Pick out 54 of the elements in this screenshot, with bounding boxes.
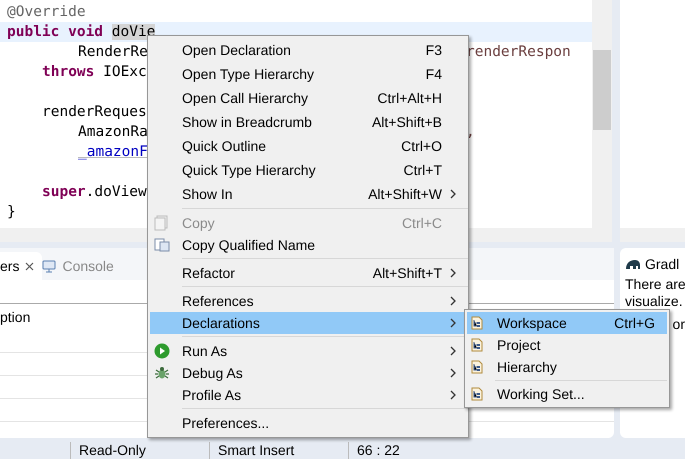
- menu-item[interactable]: Open Type Hierarchy F4: [150, 62, 468, 86]
- code-text: }: [7, 204, 16, 220]
- vertical-scrollbar[interactable]: [592, 0, 612, 228]
- close-icon[interactable]: [25, 262, 34, 270]
- code-text: _amazonF: [78, 144, 148, 160]
- status-text: Read-Only: [70, 442, 209, 459]
- menu-item[interactable]: Workspace Ctrl+G: [467, 312, 667, 334]
- status-text: Smart Insert: [209, 442, 348, 459]
- code-text: public: [7, 24, 60, 40]
- status-text: 66 : 22: [348, 442, 487, 459]
- code-text: IOExc: [103, 64, 147, 80]
- message-text: There are: [625, 276, 685, 293]
- menu-item[interactable]: Open Declaration F3: [150, 38, 468, 62]
- menu-item[interactable]: Show in Breadcrumb Alt+Shift+B: [150, 110, 468, 134]
- elephant-icon: [625, 258, 641, 270]
- code-text: .doView: [86, 184, 147, 200]
- menu-item[interactable]: Copy Qualified Name: [150, 234, 468, 256]
- copy-icon: [154, 215, 168, 231]
- menu-item[interactable]: Quick Outline Ctrl+O: [150, 134, 468, 158]
- menu-item[interactable]: Preferences...: [150, 412, 468, 434]
- menu-item[interactable]: Profile As: [150, 384, 468, 406]
- message-text: visualize.: [625, 293, 684, 310]
- message-text: or: [672, 316, 685, 333]
- menu-item[interactable]: Quick Type Hierarchy Ctrl+T: [150, 158, 468, 182]
- bug-icon: [154, 365, 170, 381]
- menu-item[interactable]: Hierarchy: [467, 356, 667, 378]
- menu-item[interactable]: Open Call Hierarchy Ctrl+Alt+H: [150, 86, 468, 110]
- copy-icon: [154, 238, 170, 252]
- monitor-icon: [42, 260, 56, 272]
- code-text: ,: [466, 123, 476, 142]
- menu-item[interactable]: Working Set...: [467, 383, 667, 405]
- menu-item[interactable]: Refactor Alt+Shift+T: [150, 262, 468, 284]
- hierarchy-icon: [471, 338, 483, 352]
- code-text: renderRespon: [466, 43, 572, 62]
- hierarchy-icon: [471, 316, 483, 330]
- menu-item[interactable]: Run As: [150, 340, 468, 362]
- play-icon: [154, 343, 170, 359]
- menu-item[interactable]: Debug As: [150, 362, 468, 384]
- code-text: super: [42, 184, 86, 200]
- code-text: renderReques: [42, 104, 147, 120]
- code-text: AmazonRa: [78, 124, 148, 140]
- code-text: throws: [42, 64, 96, 80]
- menu-item[interactable]: Show In Alt+Shift+W: [150, 182, 468, 206]
- horizontal-scrollbar[interactable]: [620, 228, 685, 242]
- selected-text: doVie: [112, 24, 156, 40]
- panel-tab[interactable]: ers: [0, 252, 42, 280]
- code-text: RenderRe: [78, 44, 148, 60]
- menu-item[interactable]: Project: [467, 334, 667, 356]
- panel-title[interactable]: Gradl: [645, 256, 680, 272]
- code-text: void: [68, 24, 104, 40]
- hierarchy-icon: [471, 360, 483, 374]
- menu-item[interactable]: References: [150, 290, 468, 312]
- hierarchy-icon: [471, 387, 483, 401]
- code-text: @Override: [7, 4, 86, 20]
